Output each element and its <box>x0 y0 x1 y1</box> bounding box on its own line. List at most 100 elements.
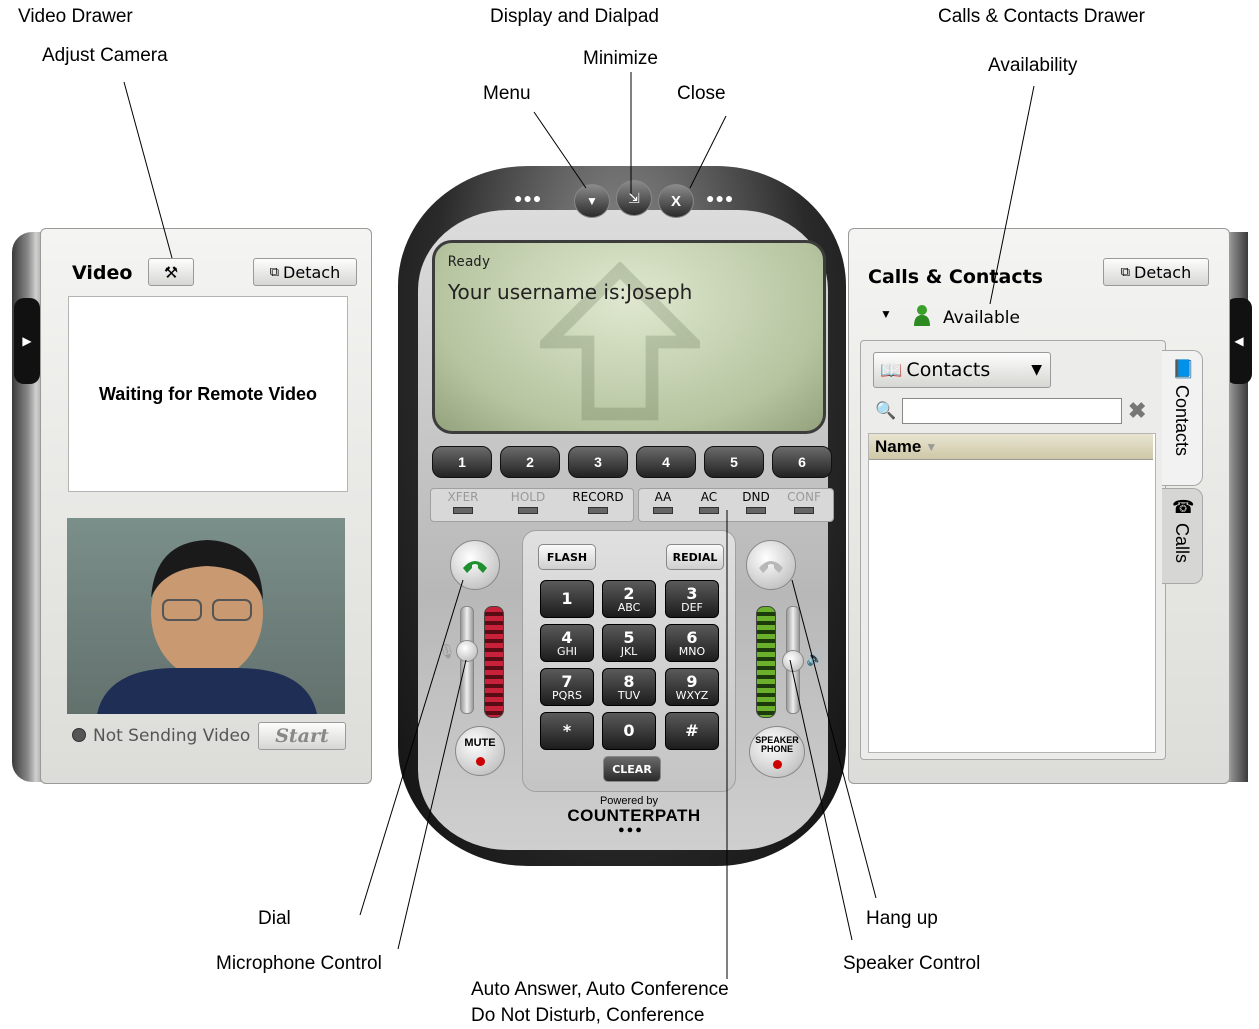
line-button-1[interactable]: 1 <box>432 446 492 478</box>
dialpad-key-digit: 6 <box>686 627 698 647</box>
contacts-search-input[interactable] <box>902 398 1122 424</box>
hold-label: HOLD <box>510 490 546 504</box>
microphone-slider-thumb[interactable] <box>456 640 478 662</box>
calls-tab-icon: ☎ <box>1172 497 1195 517</box>
tab-contacts[interactable]: 📘 Contacts <box>1162 350 1203 486</box>
xfer-button[interactable]: XFER <box>440 490 486 520</box>
callout-availability: Availability <box>988 55 1078 76</box>
contacts-list <box>868 433 1156 753</box>
callout-display-dialpad: Display and Dialpad <box>490 6 659 27</box>
tab-contacts-label: Contacts <box>1172 385 1192 457</box>
speaker-led <box>772 760 782 769</box>
aa-led <box>653 507 673 514</box>
ac-label: AC <box>700 490 718 504</box>
hang-up-button[interactable] <box>746 540 796 590</box>
name-column-header[interactable]: Name ▼ <box>869 434 1153 460</box>
contacts-detach-button[interactable]: ⧉ Detach <box>1103 258 1209 286</box>
bottom-dots-decoration: ●●● <box>618 824 644 836</box>
contacts-dropdown[interactable]: 📖 Contacts ▼ <box>873 352 1051 388</box>
tab-calls[interactable]: ☎ Calls <box>1162 488 1203 584</box>
availability-status[interactable]: Available <box>943 308 1020 328</box>
minimize-button[interactable]: ⇲ <box>616 180 652 216</box>
dialpad-key[interactable]: 7 PQRS <box>540 668 594 706</box>
calls-contacts-title: Calls & Contacts <box>868 266 1043 288</box>
dialpad-key-letters: GHI <box>556 644 578 658</box>
line-button-5[interactable]: 5 <box>704 446 764 478</box>
dialpad-key[interactable]: 6 MNO <box>665 624 719 662</box>
availability-dropdown-arrow-icon[interactable]: ▼ <box>880 307 892 321</box>
ac-button[interactable]: AC <box>692 490 726 520</box>
callout-speaker-control: Speaker Control <box>843 953 981 974</box>
conf-button[interactable]: CONF <box>784 490 824 520</box>
speakerphone-button[interactable]: SPEAKER PHONE <box>749 726 805 778</box>
book-icon: 📖 <box>880 359 903 381</box>
microphone-level-meter <box>484 606 504 718</box>
record-label: RECORD <box>572 490 624 504</box>
dnd-button[interactable]: DND <box>738 490 774 520</box>
dialpad-key-letters: TUV <box>617 688 641 702</box>
wrench-icon: ⚒ <box>163 262 179 282</box>
line-button-3[interactable]: 3 <box>568 446 628 478</box>
clear-search-icon[interactable]: ✖ <box>1128 398 1146 424</box>
flash-button[interactable]: FLASH <box>538 544 596 570</box>
line-button-4[interactable]: 4 <box>636 446 696 478</box>
dialpad-key-letters: WXYZ <box>675 688 709 702</box>
start-video-button[interactable]: Start <box>258 722 346 750</box>
dialpad-key[interactable]: 5 JKL <box>602 624 656 662</box>
callout-dial: Dial <box>258 908 291 929</box>
xfer-led <box>453 507 473 514</box>
dialpad-key-digit: 2 <box>623 583 635 603</box>
dialpad-key[interactable]: 9 WXYZ <box>665 668 719 706</box>
dialpad-key[interactable]: 3 DEF <box>665 580 719 618</box>
not-sending-video-text: Not Sending Video <box>93 726 251 746</box>
callout-adjust-camera: Adjust Camera <box>42 45 168 66</box>
line-button-6[interactable]: 6 <box>772 446 832 478</box>
mute-led <box>475 757 485 766</box>
close-button[interactable]: X <box>658 184 694 218</box>
dialpad-key-digit: # <box>685 721 699 740</box>
dialpad-key-digit: 5 <box>623 627 635 647</box>
line-button-2[interactable]: 2 <box>500 446 560 478</box>
record-button[interactable]: RECORD <box>566 490 630 520</box>
dialpad-key[interactable]: # <box>665 712 719 750</box>
dialpad-key[interactable]: 4 GHI <box>540 624 594 662</box>
detach-icon: ⧉ <box>269 264 280 280</box>
aa-label: AA <box>654 490 672 504</box>
mute-button[interactable]: MUTE <box>455 726 505 776</box>
callout-minimize: Minimize <box>583 48 658 69</box>
speaker-label-line2: PHONE <box>760 744 793 754</box>
dialpad-key[interactable]: 2 ABC <box>602 580 656 618</box>
redial-button[interactable]: REDIAL <box>666 544 724 570</box>
dialpad-key[interactable]: 0 <box>602 712 656 750</box>
conf-led <box>794 507 814 514</box>
contacts-detach-label: Detach <box>1134 262 1192 282</box>
menu-arrow-icon: ▼ <box>586 194 598 208</box>
menu-button[interactable]: ▼ <box>574 184 610 218</box>
dialpad-key[interactable]: * <box>540 712 594 750</box>
tab-calls-label: Calls <box>1172 523 1192 564</box>
remote-video-panel: Waiting for Remote Video <box>68 296 348 492</box>
minimize-icon: ⇲ <box>628 189 640 206</box>
aa-button[interactable]: AA <box>646 490 680 520</box>
dialpad-key-digit: 4 <box>561 627 573 647</box>
hold-led <box>518 507 538 514</box>
phone-hangup-icon <box>759 561 783 573</box>
video-drawer-toggle[interactable]: ▶ <box>14 298 40 384</box>
adjust-camera-button[interactable]: ⚒ <box>148 258 194 286</box>
clear-button[interactable]: CLEAR <box>603 756 661 782</box>
dialpad-key-digit: 1 <box>561 589 573 608</box>
chevron-down-icon: ▼ <box>1031 362 1042 378</box>
contacts-dropdown-label: Contacts <box>906 359 991 381</box>
dialpad-key-letters: PQRS <box>552 688 582 702</box>
dialpad-key-letters: MNO <box>678 644 706 658</box>
microphone-icon: 🎙 <box>438 643 456 659</box>
speaker-slider-thumb[interactable] <box>782 650 804 672</box>
dialpad-key[interactable]: 8 TUV <box>602 668 656 706</box>
dial-button[interactable] <box>450 540 500 590</box>
callout-menu: Menu <box>483 83 531 104</box>
dialpad-key[interactable]: 1 <box>540 580 594 618</box>
dialpad-key-letters: DEF <box>681 600 703 614</box>
hold-button[interactable]: HOLD <box>505 490 551 520</box>
video-detach-button[interactable]: ⧉ Detach <box>253 258 357 286</box>
dialpad-key-digit: 8 <box>623 671 635 691</box>
